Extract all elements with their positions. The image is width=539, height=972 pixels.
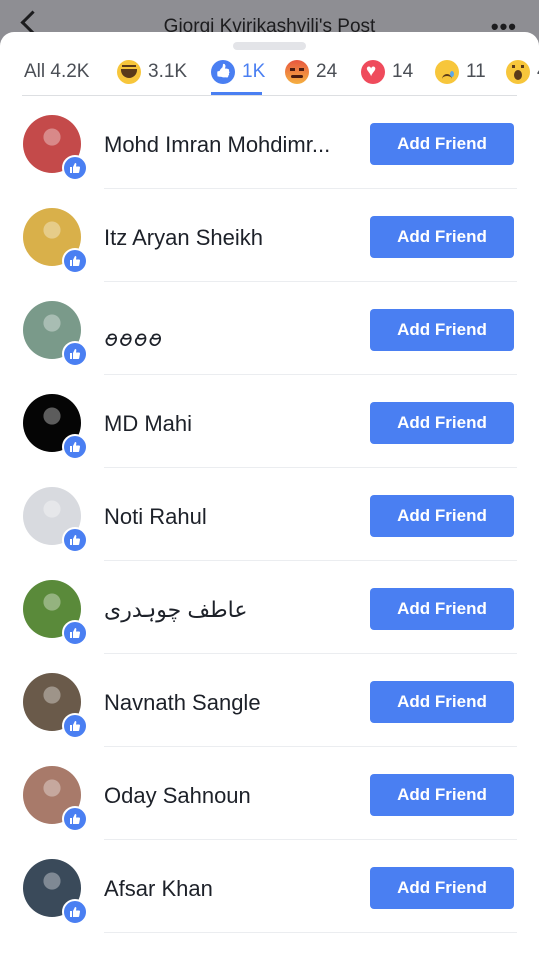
list-item[interactable]: عاطف چوہدری Add Friend bbox=[0, 561, 539, 654]
like-badge-icon bbox=[62, 713, 88, 739]
tab-love[interactable]: 14 bbox=[361, 52, 413, 92]
add-friend-button[interactable]: Add Friend bbox=[370, 867, 514, 909]
tab-like[interactable]: 1K bbox=[211, 52, 265, 92]
person-name[interactable]: Mohd Imran Mohdimr... bbox=[104, 132, 354, 158]
tab-label: 24 bbox=[316, 61, 338, 82]
tab-all[interactable]: All 4.2K bbox=[24, 52, 89, 92]
like-badge-icon bbox=[62, 434, 88, 460]
list-item[interactable]: Navnath Sangle Add Friend bbox=[0, 654, 539, 747]
add-friend-button[interactable]: Add Friend bbox=[370, 123, 514, 165]
person-name[interactable]: Itz Aryan Sheikh bbox=[104, 225, 354, 251]
add-friend-button[interactable]: Add Friend bbox=[370, 588, 514, 630]
list-item[interactable]: MD Mahi Add Friend bbox=[0, 375, 539, 468]
wow-icon bbox=[506, 60, 530, 84]
person-name[interactable]: Noti Rahul bbox=[104, 504, 354, 530]
person-name[interactable]: ꪮꪮꪮꪮ bbox=[104, 318, 354, 364]
like-badge-icon bbox=[62, 620, 88, 646]
reactors-list: Mohd Imran Mohdimr... Add Friend Itz Aryan… bbox=[0, 96, 539, 933]
like-badge-icon bbox=[62, 155, 88, 181]
tab-haha[interactable]: 3.1K bbox=[117, 52, 187, 92]
tab-angry[interactable]: 24 bbox=[285, 52, 337, 92]
like-badge-icon bbox=[62, 806, 88, 832]
person-name[interactable]: Navnath Sangle bbox=[104, 690, 354, 716]
person-name[interactable]: عاطف چوہدری bbox=[104, 597, 354, 623]
list-item[interactable]: Noti Rahul Add Friend bbox=[0, 468, 539, 561]
person-name[interactable]: Oday Sahnoun bbox=[104, 783, 354, 809]
like-icon bbox=[211, 60, 235, 84]
person-name[interactable]: MD Mahi bbox=[104, 411, 354, 437]
tab-label: 11 bbox=[466, 61, 486, 82]
tab-label: 1K bbox=[242, 61, 266, 82]
tab-sad[interactable]: 11 bbox=[435, 52, 486, 92]
list-item[interactable]: ꪮꪮꪮꪮ Add Friend bbox=[0, 282, 539, 375]
list-item[interactable]: Mohd Imran Mohdimr... Add Friend bbox=[0, 96, 539, 189]
tab-label: All 4.2K bbox=[24, 61, 90, 82]
add-friend-button[interactable]: Add Friend bbox=[370, 402, 514, 444]
list-item[interactable]: Afsar Khan Add Friend bbox=[0, 840, 539, 933]
reactions-sheet: All 4.2K 3.1K 1K 24 14 11 4 Mohd Imran M… bbox=[0, 32, 539, 972]
list-item[interactable]: Oday Sahnoun Add Friend bbox=[0, 747, 539, 840]
angry-icon bbox=[285, 60, 309, 84]
like-badge-icon bbox=[62, 527, 88, 553]
list-item[interactable]: Itz Aryan Sheikh Add Friend bbox=[0, 189, 539, 282]
person-name[interactable]: Afsar Khan bbox=[104, 876, 354, 902]
sad-icon bbox=[435, 60, 459, 84]
reaction-tabs: All 4.2K 3.1K 1K 24 14 11 4 bbox=[0, 32, 539, 96]
tab-label: 14 bbox=[392, 61, 414, 82]
like-badge-icon bbox=[62, 899, 88, 925]
add-friend-button[interactable]: Add Friend bbox=[370, 495, 514, 537]
haha-icon bbox=[117, 60, 141, 84]
tab-label: 3.1K bbox=[148, 61, 188, 82]
add-friend-button[interactable]: Add Friend bbox=[370, 309, 514, 351]
row-divider bbox=[104, 932, 517, 933]
add-friend-button[interactable]: Add Friend bbox=[370, 216, 514, 258]
add-friend-button[interactable]: Add Friend bbox=[370, 681, 514, 723]
like-badge-icon bbox=[62, 248, 88, 274]
add-friend-button[interactable]: Add Friend bbox=[370, 774, 514, 816]
tab-wow[interactable]: 4 bbox=[506, 52, 539, 92]
love-icon bbox=[361, 60, 385, 84]
like-badge-icon bbox=[62, 341, 88, 367]
